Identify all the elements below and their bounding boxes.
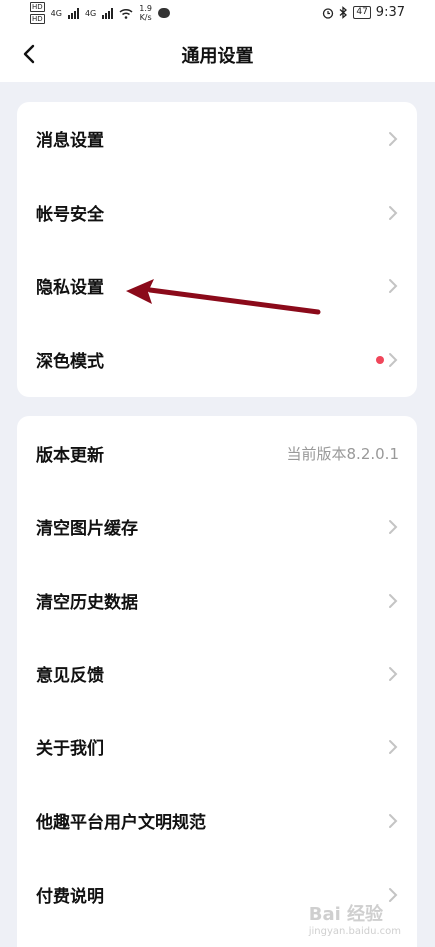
network-speed-value: 1.9	[139, 4, 152, 13]
hd-indicators: HD HD	[30, 2, 45, 24]
network-speed-unit: K/s	[139, 13, 152, 22]
settings-item-label: 消息设置	[36, 131, 104, 151]
current-version-text: 当前版本8.2.0.1	[286, 445, 399, 463]
settings-item-label: 版本更新	[36, 446, 104, 466]
chevron-right-icon	[389, 279, 398, 293]
chevron-right-icon	[389, 740, 398, 754]
hd-badge: HD	[30, 2, 45, 12]
settings-item-dark-mode[interactable]: 深色模式	[17, 335, 417, 385]
status-left: HD HD 4G 4G 1.9 K/s	[30, 2, 170, 24]
red-dot-badge	[376, 356, 384, 364]
settings-item-account-security[interactable]: 帐号安全	[17, 188, 417, 238]
alarm-icon	[323, 7, 334, 19]
network-speed: 1.9 K/s	[139, 4, 152, 22]
chevron-right-icon	[389, 667, 398, 681]
settings-item-feedback[interactable]: 意见反馈	[17, 649, 417, 699]
settings-item-label: 关于我们	[36, 739, 104, 759]
navigation-bar: 通用设置	[0, 26, 435, 82]
settings-group-app: 版本更新 当前版本8.2.0.1 清空图片缓存 清空历史数据 意见反馈 关于我们…	[17, 416, 417, 947]
network-type-label: 4G	[84, 8, 97, 18]
settings-item-label: 深色模式	[36, 352, 104, 372]
battery-icon: 47	[353, 6, 371, 19]
message-bubble-icon	[157, 8, 170, 18]
settings-group-general: 消息设置 帐号安全 隐私设置 深色模式	[17, 102, 417, 397]
signal-icon	[102, 7, 114, 19]
settings-item-label: 意见反馈	[36, 666, 104, 686]
hd-badge: HD	[30, 14, 45, 24]
status-bar: HD HD 4G 4G 1.9 K/s 47 9:37	[0, 0, 435, 26]
network-type-label: 4G	[50, 8, 62, 18]
settings-item-label: 清空图片缓存	[36, 519, 138, 539]
baidu-jingyan-watermark: Bai 经验 jingyan.baidu.com	[309, 900, 401, 937]
settings-item-label: 隐私设置	[36, 278, 104, 298]
wifi-icon	[119, 8, 133, 19]
clock: 9:37	[375, 5, 405, 20]
chevron-right-icon	[389, 132, 398, 146]
settings-item-message[interactable]: 消息设置	[17, 114, 417, 164]
watermark-url: jingyan.baidu.com	[308, 926, 401, 937]
page-title: 通用设置	[181, 46, 254, 67]
settings-item-privacy[interactable]: 隐私设置	[17, 261, 417, 311]
settings-item-label: 帐号安全	[36, 205, 104, 225]
chevron-right-icon	[389, 814, 398, 828]
settings-item-about-us[interactable]: 关于我们	[17, 722, 417, 772]
settings-item-version-update[interactable]: 版本更新 当前版本8.2.0.1	[17, 429, 417, 479]
chevron-right-icon	[389, 594, 398, 608]
settings-item-clear-image-cache[interactable]: 清空图片缓存	[17, 502, 417, 552]
chevron-right-icon	[389, 206, 398, 220]
settings-item-civility-rules[interactable]: 他趣平台用户文明规范	[17, 796, 417, 846]
watermark-brand: Bai 经验	[308, 904, 384, 925]
bluetooth-icon	[339, 6, 348, 19]
settings-item-label: 清空历史数据	[36, 593, 138, 613]
status-right: 47 9:37	[322, 5, 405, 20]
settings-item-label: 他趣平台用户文明规范	[36, 813, 206, 833]
settings-item-clear-history[interactable]: 清空历史数据	[17, 576, 417, 626]
chevron-right-icon	[389, 353, 398, 367]
settings-item-label: 付费说明	[36, 887, 104, 907]
signal-icon	[67, 7, 79, 19]
chevron-right-icon	[389, 520, 398, 534]
